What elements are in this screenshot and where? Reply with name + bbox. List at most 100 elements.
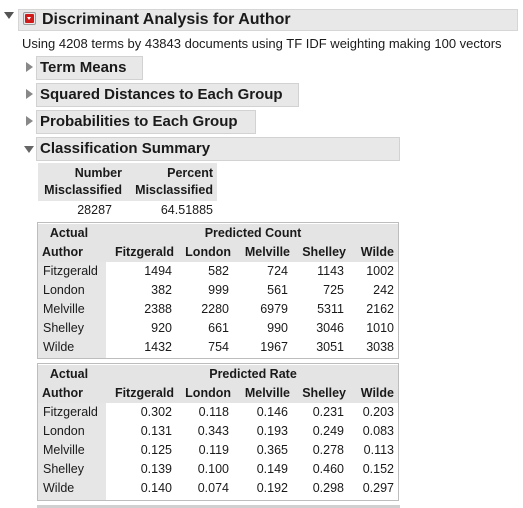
count-author-label: Author bbox=[42, 245, 83, 259]
count-predicted-label: Predicted Count bbox=[204, 226, 302, 240]
table-cell: 0.278 bbox=[312, 443, 344, 457]
rate-col-london: London bbox=[185, 386, 231, 400]
section-classification-summary[interactable]: Classification Summary bbox=[36, 137, 400, 161]
table-cell: 0.131 bbox=[140, 424, 172, 438]
table-cell: 561 bbox=[267, 283, 288, 297]
predicted-count-table: Actual Predicted Count Author Fitzgerald… bbox=[37, 222, 399, 359]
table-row: Shelley 0.139 0.100 0.149 0.460 0.152 bbox=[38, 460, 398, 479]
table-cell: 1432 bbox=[144, 340, 172, 354]
table-cell: 0.365 bbox=[256, 443, 288, 457]
row-author: Shelley bbox=[43, 321, 84, 335]
table-row: London 382 999 561 725 242 bbox=[38, 281, 398, 300]
table-cell: 2162 bbox=[366, 302, 394, 316]
row-author: Shelley bbox=[43, 462, 84, 476]
row-author: Fitzgerald bbox=[43, 405, 98, 419]
table-row: London 0.131 0.343 0.193 0.249 0.083 bbox=[38, 422, 398, 441]
table-cell: 725 bbox=[323, 283, 344, 297]
table-cell: 3038 bbox=[366, 340, 394, 354]
percent-misclassified-value: 64.51885 bbox=[160, 203, 213, 217]
squared-distances-disclosure-icon[interactable] bbox=[26, 89, 33, 99]
table-cell: 0.083 bbox=[362, 424, 394, 438]
report-subtitle: Using 4208 terms by 43843 documents usin… bbox=[22, 36, 502, 51]
table-row: Wilde 1432 754 1967 3051 3038 bbox=[38, 338, 398, 357]
table-cell: 0.140 bbox=[140, 481, 172, 495]
table-row: Melville 2388 2280 6979 5311 2162 bbox=[38, 300, 398, 319]
rate-predicted-label: Predicted Rate bbox=[209, 367, 297, 381]
count-col-shelley: Shelley bbox=[302, 245, 346, 259]
section-probabilities[interactable]: Probabilities to Each Group bbox=[36, 110, 256, 134]
red-triangle-menu-icon[interactable] bbox=[23, 12, 36, 25]
table-row: Fitzgerald 0.302 0.118 0.146 0.231 0.203 bbox=[38, 403, 398, 422]
section-term-means[interactable]: Term Means bbox=[36, 56, 143, 80]
table-cell: 0.460 bbox=[312, 462, 344, 476]
table-cell: 0.139 bbox=[140, 462, 172, 476]
section-squared-distances[interactable]: Squared Distances to Each Group bbox=[36, 83, 299, 107]
table-cell: 0.298 bbox=[312, 481, 344, 495]
number-misclassified-header-1: Number bbox=[74, 166, 122, 180]
predicted-rate-table: Actual Predicted Rate Author Fitzgerald … bbox=[37, 363, 399, 501]
table-cell: 382 bbox=[151, 283, 172, 297]
percent-misclassified-header-1: Percent bbox=[167, 166, 213, 180]
table-cell: 661 bbox=[208, 321, 229, 335]
row-author: Melville bbox=[43, 302, 85, 316]
table-cell: 1002 bbox=[366, 264, 394, 278]
table-cell: 1494 bbox=[144, 264, 172, 278]
table-cell: 1010 bbox=[366, 321, 394, 335]
probabilities-disclosure-icon[interactable] bbox=[26, 116, 33, 126]
table-row: Fitzgerald 1494 582 724 1143 1002 bbox=[38, 262, 398, 281]
table-cell: 1143 bbox=[317, 264, 344, 278]
term-means-disclosure-icon[interactable] bbox=[26, 62, 33, 72]
row-author: London bbox=[43, 424, 85, 438]
table-cell: 0.297 bbox=[362, 481, 394, 495]
count-col-london: London bbox=[185, 245, 231, 259]
count-header-row-1: Actual Predicted Count bbox=[38, 224, 398, 243]
classification-summary-disclosure-icon[interactable] bbox=[24, 146, 34, 153]
rate-col-wilde: Wilde bbox=[360, 386, 394, 400]
table-cell: 754 bbox=[208, 340, 229, 354]
rate-col-melville: Melville bbox=[244, 386, 290, 400]
table-cell: 0.203 bbox=[362, 405, 394, 419]
table-cell: 2388 bbox=[144, 302, 172, 316]
rate-actual-label: Actual bbox=[49, 367, 89, 381]
count-col-wilde: Wilde bbox=[360, 245, 394, 259]
table-cell: 582 bbox=[208, 264, 229, 278]
report-title: Discriminant Analysis for Author bbox=[42, 11, 291, 28]
row-author: Wilde bbox=[43, 481, 75, 495]
table-cell: 0.302 bbox=[140, 405, 172, 419]
rate-col-shelley: Shelley bbox=[302, 386, 346, 400]
table-cell: 0.119 bbox=[198, 443, 229, 457]
table-cell: 2280 bbox=[201, 302, 229, 316]
table-row: Shelley 920 661 990 3046 1010 bbox=[38, 319, 398, 338]
table-cell: 0.231 bbox=[312, 405, 344, 419]
table-cell: 920 bbox=[151, 321, 172, 335]
table-cell: 6979 bbox=[260, 302, 288, 316]
table-cell: 5311 bbox=[317, 302, 344, 316]
table-cell: 0.152 bbox=[362, 462, 394, 476]
table-cell: 724 bbox=[267, 264, 288, 278]
table-cell: 242 bbox=[373, 283, 394, 297]
table-row: Melville 0.125 0.119 0.365 0.278 0.113 bbox=[38, 441, 398, 460]
rate-author-label: Author bbox=[42, 386, 83, 400]
table-cell: 0.113 bbox=[363, 443, 394, 457]
report-disclosure-icon[interactable] bbox=[4, 12, 14, 19]
rate-header-row-2: Author Fitzgerald London Melville Shelle… bbox=[38, 384, 398, 403]
row-author: Wilde bbox=[43, 340, 75, 354]
table-cell: 0.193 bbox=[256, 424, 288, 438]
number-misclassified-header-2: Misclassified bbox=[44, 183, 122, 197]
table-cell: 3046 bbox=[316, 321, 344, 335]
table-cell: 0.149 bbox=[256, 462, 288, 476]
table-cell: 0.146 bbox=[256, 405, 288, 419]
count-col-fitzgerald: Fitzgerald bbox=[114, 245, 174, 259]
table-cell: 3051 bbox=[316, 340, 344, 354]
row-author: London bbox=[43, 283, 85, 297]
table-cell: 0.343 bbox=[197, 424, 229, 438]
row-author: Fitzgerald bbox=[43, 264, 98, 278]
number-misclassified-value: 28287 bbox=[77, 203, 112, 217]
table-cell: 0.100 bbox=[197, 462, 229, 476]
count-header-row-2: Author Fitzgerald London Melville Shelle… bbox=[38, 243, 398, 262]
table-cell: 0.249 bbox=[312, 424, 344, 438]
table-cell: 990 bbox=[267, 321, 288, 335]
rate-header-row-1: Actual Predicted Rate bbox=[38, 365, 398, 384]
table-cell: 0.192 bbox=[256, 481, 288, 495]
count-actual-label: Actual bbox=[49, 226, 89, 240]
